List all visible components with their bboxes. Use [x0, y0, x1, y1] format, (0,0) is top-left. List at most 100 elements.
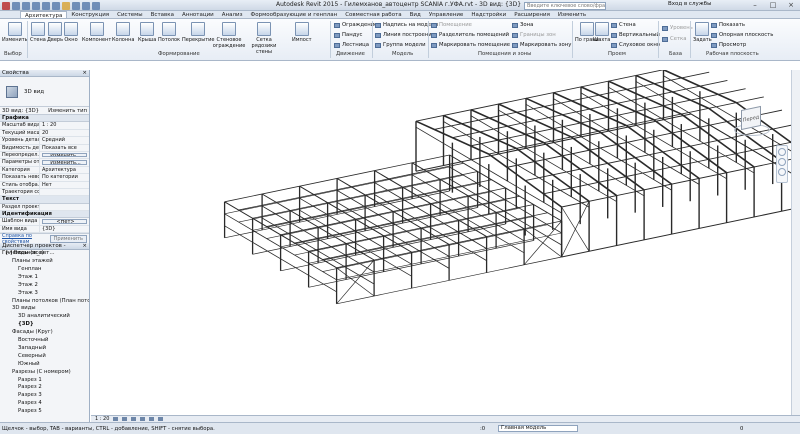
vertical-opening-tool[interactable]: Вертикальный — [611, 32, 660, 38]
model-line-tool[interactable]: Линия построения — [375, 32, 435, 38]
tab-3[interactable]: Вставка — [147, 11, 178, 18]
stair-tool[interactable]: Лестница — [334, 42, 369, 48]
browser-item[interactable]: Планы этажей — [0, 258, 89, 266]
browser-item[interactable]: Планы потолков (План пото — [0, 298, 89, 306]
browser-item[interactable]: Разрез 4 — [0, 400, 89, 408]
browser-item[interactable]: {3D} — [0, 321, 89, 329]
edit-type-button[interactable]: Изменить тип — [48, 108, 87, 114]
property-value[interactable]: Показать все — [40, 145, 89, 151]
browser-item[interactable]: Западный — [0, 345, 89, 353]
tab-1[interactable]: Конструкция — [67, 11, 113, 18]
build-tool-7[interactable]: Перекрытие — [182, 22, 214, 43]
ramp-tool[interactable]: Пандус — [334, 32, 362, 38]
area-tool[interactable]: Зона — [512, 22, 533, 28]
room-separator-tool[interactable]: Разделитель помещений — [431, 32, 509, 38]
property-value[interactable] — [40, 204, 89, 210]
browser-item[interactable]: Разрезы (С номером) — [0, 369, 89, 377]
apply-button[interactable]: Применить — [49, 234, 87, 243]
viewcube-face[interactable]: Перед — [741, 105, 761, 131]
sun-path-icon[interactable] — [131, 417, 137, 421]
steering-wheel-icon[interactable] — [778, 148, 786, 156]
dormer-tool[interactable]: Слуховое окно — [611, 42, 660, 48]
tab-6[interactable]: Формообразующие и генплан — [247, 11, 342, 18]
close-icon[interactable]: × — [82, 70, 87, 77]
room-tool[interactable]: Помещение — [431, 22, 472, 28]
property-value[interactable]: Архитектура — [40, 167, 89, 173]
browser-item[interactable]: Северный — [0, 353, 89, 361]
build-tool-6[interactable]: Потолок — [158, 22, 180, 43]
close-icon[interactable]: × — [82, 243, 87, 250]
tag-area-tool[interactable]: Маркировать зону — [512, 42, 571, 48]
open-icon[interactable] — [12, 1, 20, 10]
ref-plane-tool[interactable]: Опорная плоскость — [711, 32, 773, 38]
build-tool-0[interactable]: Стена — [30, 22, 46, 43]
shaft-button[interactable]: Шахта — [593, 22, 610, 43]
railing-tool[interactable]: Ограждение — [334, 22, 377, 28]
print-icon[interactable] — [52, 1, 60, 10]
tag-room-tool[interactable]: Маркировать помещение — [431, 42, 510, 48]
property-group[interactable]: Идентификация — [0, 211, 89, 219]
browser-item[interactable]: 3D аналитический — [0, 313, 89, 321]
undo-icon[interactable] — [32, 1, 40, 10]
build-tool-10[interactable]: Импост — [292, 22, 312, 43]
redo-icon[interactable] — [42, 1, 50, 10]
show-workplane-tool[interactable]: Показать — [711, 22, 745, 28]
tab-12[interactable]: Изменить — [554, 11, 590, 18]
text-icon[interactable] — [82, 1, 90, 10]
detail-level-icon[interactable] — [113, 417, 119, 421]
tab-11[interactable]: Расширения — [510, 11, 554, 18]
active-model-dropdown[interactable]: Главная модель — [498, 425, 578, 432]
property-value[interactable]: 20 — [40, 130, 89, 136]
tab-8[interactable]: Вид — [406, 11, 425, 18]
search-input[interactable]: Введите ключевое слово/фразу — [524, 2, 606, 10]
grid-tool[interactable]: Сетка — [662, 36, 687, 42]
minimize-icon[interactable]: – — [748, 1, 762, 9]
save-icon[interactable] — [22, 1, 30, 10]
modify-button[interactable]: Изменить — [2, 22, 28, 43]
tab-2[interactable]: Системы — [113, 11, 147, 18]
tab-9[interactable]: Управление — [425, 11, 468, 18]
build-tool-3[interactable]: Компонент — [82, 22, 111, 43]
property-group[interactable]: Графика — [0, 115, 89, 123]
level-tool[interactable]: Уровень — [662, 25, 693, 31]
view-selector-dropdown[interactable]: 3D вид: {3D} — [2, 108, 39, 114]
tab-5[interactable]: Анализ — [218, 11, 247, 18]
maximize-icon[interactable]: □ — [766, 1, 780, 9]
viewport-scrollbar[interactable] — [791, 70, 800, 415]
build-tool-5[interactable]: Крыша — [138, 22, 156, 43]
model-group-tool[interactable]: Группа модели — [375, 42, 426, 48]
property-value[interactable]: {3D} — [40, 226, 89, 232]
3d-viewport[interactable] — [91, 63, 800, 415]
browser-item[interactable]: Разрез 1 — [0, 377, 89, 385]
build-tool-1[interactable]: Дверь — [47, 22, 63, 43]
filter-count[interactable]: 0 — [740, 426, 743, 432]
tab-7[interactable]: Совместная работа — [341, 11, 405, 18]
property-value[interactable]: Средний — [40, 137, 89, 143]
browser-item[interactable]: Разрез 5 — [0, 408, 89, 416]
browser-item[interactable]: Разрез 2 — [0, 384, 89, 392]
browser-item[interactable]: Этаж 3 — [0, 290, 89, 298]
revit-app-icon[interactable] — [2, 1, 10, 10]
visual-style-icon[interactable] — [122, 417, 128, 421]
viewcube[interactable]: Перед — [733, 102, 771, 140]
browser-item[interactable]: Восточный — [0, 337, 89, 345]
property-value[interactable] — [40, 189, 89, 195]
browser-item[interactable]: 3D виды — [0, 305, 89, 313]
set-workplane-button[interactable]: Задать — [693, 22, 712, 43]
property-group[interactable]: Текст — [0, 196, 89, 204]
close-icon[interactable]: × — [784, 1, 798, 9]
browser-item[interactable]: Фасады (Круг) — [0, 329, 89, 337]
temporary-hide-icon[interactable] — [158, 417, 164, 421]
browser-item[interactable]: Этаж 2 — [0, 282, 89, 290]
property-value[interactable]: <Нет> — [42, 219, 87, 224]
tab-4[interactable]: Аннотации — [178, 11, 218, 18]
build-tool-9[interactable]: Сетка рядозики стены — [247, 22, 281, 55]
pan-icon[interactable] — [778, 168, 786, 176]
wall-opening-tool[interactable]: Стена — [611, 22, 636, 28]
tab-10[interactable]: Надстройки — [467, 11, 510, 18]
property-value[interactable]: Нет — [40, 182, 89, 188]
sign-in-button[interactable]: Вход в службы — [668, 1, 711, 7]
tab-0[interactable]: Архитектура — [20, 11, 68, 19]
browser-item[interactable]: Южный — [0, 361, 89, 369]
build-tool-2[interactable]: Окно — [64, 22, 78, 43]
